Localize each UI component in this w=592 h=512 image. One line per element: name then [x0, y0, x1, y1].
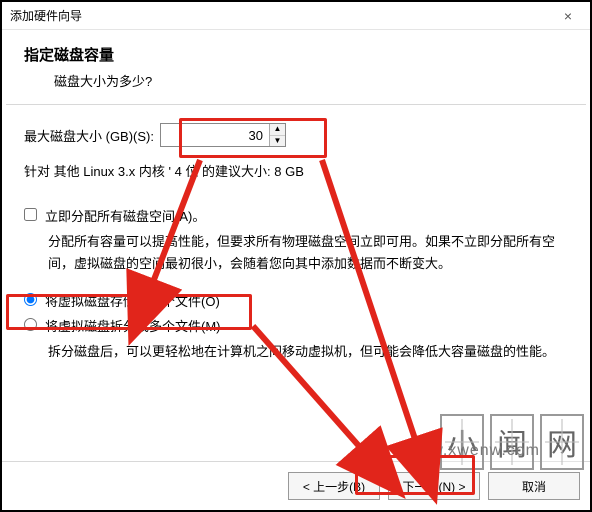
- titlebar: 添加硬件向导 ×: [2, 2, 590, 30]
- next-button[interactable]: 下一步(N) >: [388, 472, 480, 500]
- divider: [6, 104, 586, 105]
- wizard-content: 最大磁盘大小 (GB)(S): ▲ ▼ 针对 其他 Linux 3.x 内核 '…: [2, 123, 590, 461]
- disk-size-input[interactable]: [161, 124, 269, 146]
- recommended-size: 针对 其他 Linux 3.x 内核 ' 4 位 的建议大小: 8 GB: [24, 161, 568, 180]
- back-button[interactable]: < 上一步(B): [288, 472, 380, 500]
- store-single-file-radio[interactable]: [24, 293, 37, 306]
- wizard-footer: < 上一步(B) 下一步(N) > 取消: [2, 461, 590, 510]
- wizard-header: 指定磁盘容量 磁盘大小为多少?: [2, 30, 590, 104]
- disk-size-spinner[interactable]: ▲ ▼: [160, 123, 286, 147]
- close-icon[interactable]: ×: [554, 8, 582, 24]
- disk-size-label: 最大磁盘大小 (GB)(S):: [24, 126, 154, 145]
- allocate-now-label: 立即分配所有磁盘空间(A)。: [45, 206, 205, 225]
- cancel-button[interactable]: 取消: [488, 472, 580, 500]
- page-title: 指定磁盘容量: [24, 44, 568, 65]
- wizard-window: 添加硬件向导 × 指定磁盘容量 磁盘大小为多少? 最大磁盘大小 (GB)(S):…: [0, 0, 592, 512]
- split-files-label: 将虚拟磁盘拆分成多个文件(M): [45, 316, 221, 335]
- page-subtitle: 磁盘大小为多少?: [54, 71, 568, 90]
- spinner-down-icon[interactable]: ▼: [270, 136, 285, 147]
- split-files-radio[interactable]: [24, 318, 37, 331]
- spinner-up-icon[interactable]: ▲: [270, 124, 285, 136]
- split-files-option[interactable]: 将虚拟磁盘拆分成多个文件(M): [24, 316, 568, 335]
- allocate-now-checkbox[interactable]: [24, 208, 37, 221]
- disk-size-row: 最大磁盘大小 (GB)(S): ▲ ▼: [24, 123, 568, 147]
- window-title: 添加硬件向导: [10, 7, 554, 24]
- allocate-now-description: 分配所有容量可以提高性能，但要求所有物理磁盘空间立即可用。如果不立即分配所有空间…: [48, 231, 568, 275]
- store-single-file-option[interactable]: 将虚拟磁盘存储为单个文件(O): [24, 291, 568, 310]
- split-files-description: 拆分磁盘后，可以更轻松地在计算机之间移动虚拟机，但可能会降低大容量磁盘的性能。: [48, 341, 568, 363]
- spinner-buttons: ▲ ▼: [269, 124, 285, 146]
- store-single-file-label: 将虚拟磁盘存储为单个文件(O): [45, 291, 220, 310]
- allocate-now-option[interactable]: 立即分配所有磁盘空间(A)。: [24, 206, 568, 225]
